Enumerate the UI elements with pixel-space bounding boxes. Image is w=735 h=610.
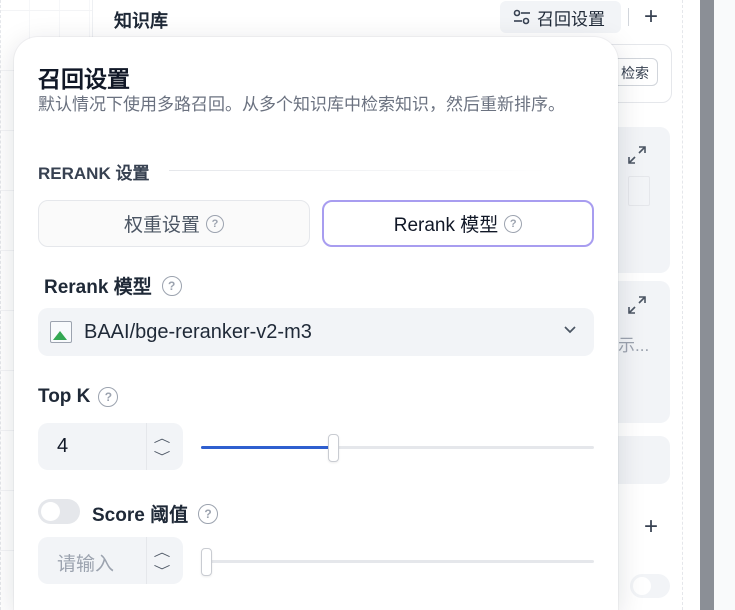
rerank-model-select[interactable]: BAAI/bge-reranker-v2-m3 [38, 308, 594, 356]
add-knowledge-plus-icon[interactable]: + [644, 5, 658, 29]
help-icon[interactable]: ? [504, 214, 523, 233]
top-k-label-row: Top K ? [38, 386, 119, 408]
stepper-divider [146, 537, 147, 584]
scrollbar-thumb[interactable] [700, 0, 714, 610]
score-threshold-label: Score 阈值 [92, 505, 189, 526]
rerank-model-label-row: Rerank 模型 ? [44, 272, 182, 299]
top-k-label: Top K [38, 386, 91, 407]
stepper-divider [146, 423, 147, 470]
knowledge-base-title: 知识库 [114, 11, 168, 31]
chevron-down-icon [564, 326, 576, 334]
help-icon[interactable]: ? [198, 503, 219, 524]
decrement-chevron-down-icon[interactable]: ﹀ [154, 562, 171, 579]
scrollbar-track [714, 0, 735, 610]
tab-label: 权重设置 [123, 215, 200, 236]
card-frame [628, 176, 650, 206]
top-k-input[interactable]: 4 [57, 435, 68, 458]
toggle-knob [41, 502, 60, 521]
rerank-model-label: Rerank 模型 [44, 277, 152, 298]
expand-icon[interactable] [627, 295, 647, 320]
rerank-section-title: RERANK 设置 [38, 164, 150, 183]
recall-settings-popover: 召回设置 默认情况下使用多路召回。从多个知识库中检索知识，然后重新排序。 RER… [14, 37, 618, 610]
help-icon[interactable]: ? [98, 387, 119, 407]
top-k-slider-fill [201, 446, 334, 449]
score-threshold-toggle[interactable] [38, 499, 80, 524]
tab-label: Rerank 模型 [393, 215, 499, 236]
decrement-chevron-down-icon[interactable]: ﹀ [154, 448, 171, 465]
popover-description: 默认情况下使用多路召回。从多个知识库中检索知识，然后重新排序。 [38, 95, 565, 114]
increment-chevron-up-icon[interactable]: ︿ [154, 543, 171, 560]
tab-rerank-model[interactable]: Rerank 模型 ? [322, 200, 594, 247]
rerank-model-value: BAAI/bge-reranker-v2-m3 [84, 320, 312, 343]
settings-sliders-icon [513, 9, 530, 25]
score-threshold-slider-thumb[interactable] [201, 548, 212, 576]
help-icon[interactable]: ? [206, 214, 224, 233]
recall-settings-label: 召回设置 [537, 9, 605, 29]
top-k-slider-thumb[interactable] [328, 434, 340, 462]
popover-title: 召回设置 [38, 66, 130, 92]
tab-weight-settings[interactable]: 权重设置 ? [38, 200, 310, 247]
top-k-stepper[interactable]: 4 ︿ ﹀ [38, 423, 183, 470]
score-threshold-slider-track[interactable] [201, 560, 594, 563]
score-threshold-stepper[interactable]: 请输入 ︿ ﹀ [38, 537, 183, 584]
add-item-plus-icon[interactable]: + [644, 515, 658, 539]
section-divider [169, 170, 549, 171]
model-image-icon [50, 321, 72, 343]
increment-chevron-up-icon[interactable]: ︿ [154, 429, 171, 446]
truncated-text: 示... [618, 336, 650, 355]
toolbar-divider [628, 8, 629, 26]
panel-guide-line [682, 0, 684, 610]
canvas-guide-line [0, 0, 2, 610]
help-icon[interactable]: ? [161, 275, 182, 296]
expand-icon[interactable] [627, 145, 647, 170]
score-threshold-input[interactable]: 请输入 [57, 549, 114, 576]
score-threshold-label-row: Score 阈值 ? [92, 500, 219, 527]
recall-settings-button[interactable]: 召回设置 [500, 1, 621, 33]
top-k-slider-track[interactable] [201, 446, 594, 449]
background-toggle[interactable] [630, 574, 670, 598]
